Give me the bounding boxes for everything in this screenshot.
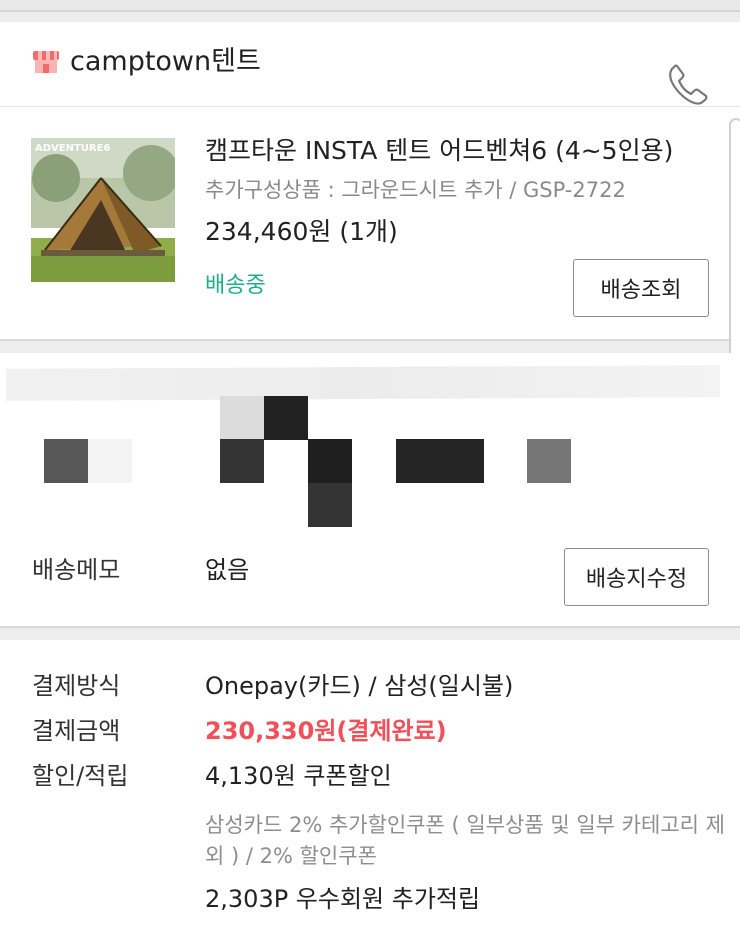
shipping-address-card: 배송메모 없음 배송지수정 xyxy=(0,353,740,628)
track-delivery-button[interactable]: 배송조회 xyxy=(573,259,709,317)
redacted-block xyxy=(88,439,132,483)
redacted-block xyxy=(44,439,88,483)
payment-amount-label: 결제금액 xyxy=(32,717,121,745)
payment-amount-value: 230,330원(결제완료) xyxy=(205,717,447,745)
seller-name[interactable]: camptown텐트 xyxy=(70,46,261,78)
redacted-block xyxy=(220,439,264,483)
points-value: 2,303P 우수회원 추가적립 xyxy=(205,885,481,913)
redacted-block xyxy=(308,439,352,483)
thumbnail-label: ADVENTURE6 xyxy=(35,143,110,154)
top-divider xyxy=(0,0,740,12)
redacted-block xyxy=(308,483,352,527)
delivery-memo-value: 없음 xyxy=(205,556,250,584)
redacted-block xyxy=(527,439,571,483)
redacted-block xyxy=(396,439,484,483)
product-option: 추가구성상품 : 그라운드시트 추가 / GSP-2722 xyxy=(205,178,626,202)
payment-method-label: 결제방식 xyxy=(32,672,121,700)
product-card: ADVENTURE6 캠프타운 INSTA 텐트 어드벤쳐6 (4~5인용) 추… xyxy=(0,107,740,341)
delivery-status: 배송중 xyxy=(205,273,266,298)
product-thumbnail[interactable]: ADVENTURE6 xyxy=(31,138,175,282)
payment-method-value: Onepay(카드) / 삼성(일시불) xyxy=(205,672,514,700)
seller-header: camptown텐트 xyxy=(0,22,740,107)
redacted-block xyxy=(220,396,264,440)
redacted-block xyxy=(264,396,308,440)
edit-address-button[interactable]: 배송지수정 xyxy=(564,548,709,606)
delivery-memo-label: 배송메모 xyxy=(32,556,121,584)
payment-card: 결제방식 Onepay(카드) / 삼성(일시불) 결제금액 230,330원(… xyxy=(0,640,740,938)
discount-label: 할인/적립 xyxy=(32,762,129,790)
discount-value: 4,130원 쿠폰할인 xyxy=(205,762,392,790)
product-title[interactable]: 캠프타운 INSTA 텐트 어드벤쳐6 (4~5인용) xyxy=(205,135,673,167)
store-awning-icon xyxy=(33,51,59,73)
discount-note: 삼성카드 2% 추가할인쿠폰 ( 일부상품 및 일부 카테고리 제외 ) / 2… xyxy=(205,813,725,868)
redacted-address-bar xyxy=(6,365,720,401)
product-price: 234,460원 (1개) xyxy=(205,217,398,246)
phone-icon[interactable] xyxy=(666,62,710,106)
